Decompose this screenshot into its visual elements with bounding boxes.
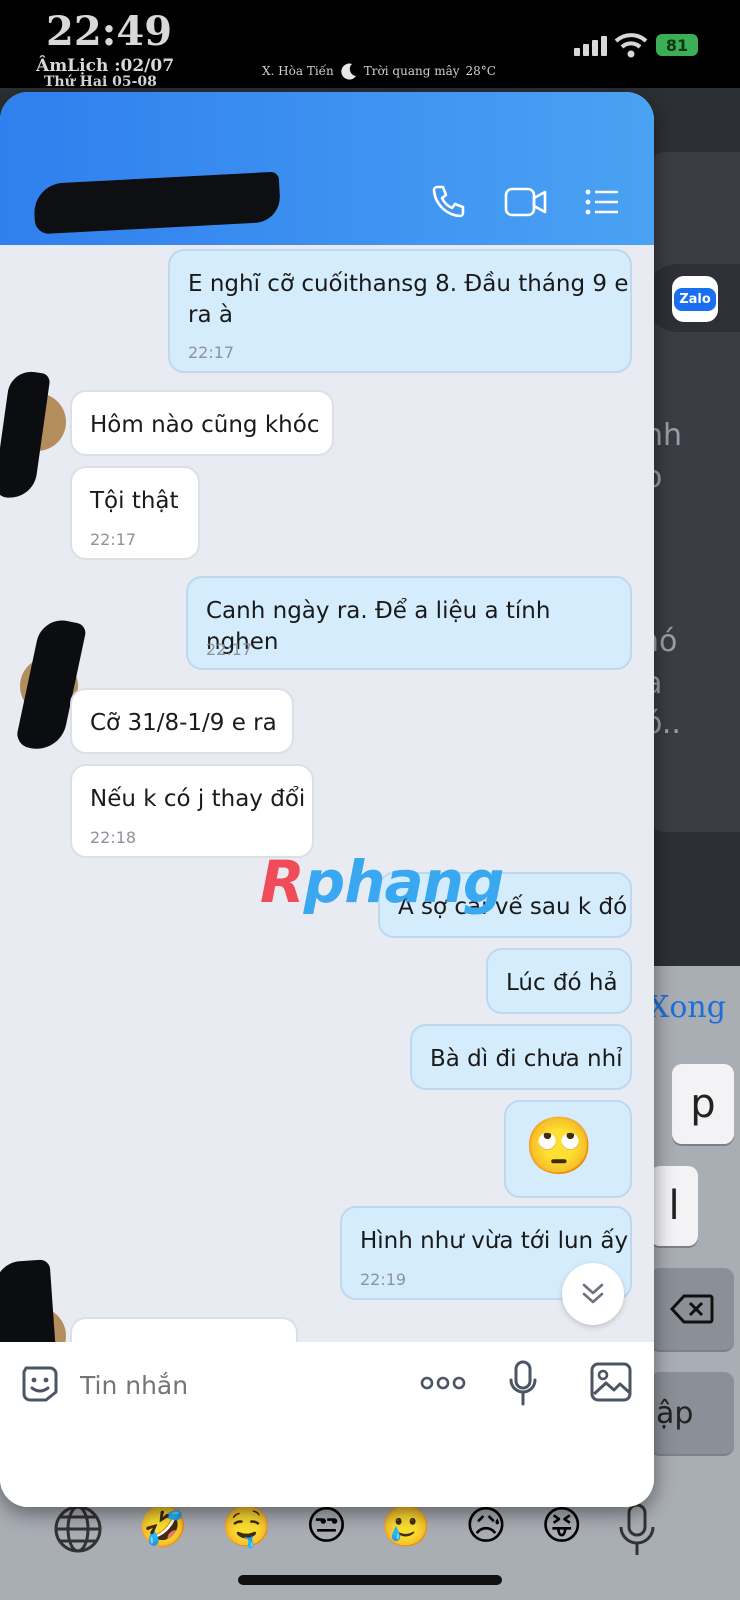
watermark: Rphang xyxy=(260,848,504,916)
emoji-suggestions: 🤣 🤤 😒 🥲 😥 😝 xyxy=(52,1503,657,1567)
emoji-suggestion[interactable]: 🤤 xyxy=(222,1503,272,1567)
message-input-bar xyxy=(0,1342,654,1507)
message-time: 22:17 xyxy=(206,640,253,659)
message-time: 22:19 xyxy=(360,1270,407,1289)
lunar-date: ÂmLịch :02/07 xyxy=(36,56,175,76)
message-bubble-incoming[interactable]: Cỡ 31/8-1/9 e ra xyxy=(70,688,294,754)
chat-window: A E nghĩ cỡ cuốithansg 8. Đầu tháng 9 e … xyxy=(0,92,654,1507)
emoji-suggestion[interactable]: 😒 xyxy=(306,1503,348,1567)
more-options-icon[interactable] xyxy=(420,1376,466,1390)
message-bubble-outgoing[interactable]: 🙄 xyxy=(504,1100,632,1198)
phone-call-icon[interactable] xyxy=(430,184,466,220)
temperature-label: 28°C xyxy=(465,64,496,78)
keyboard-mic-icon[interactable] xyxy=(617,1503,657,1567)
globe-icon[interactable] xyxy=(52,1503,104,1567)
message-bubble-outgoing[interactable]: E nghĩ cỡ cuốithansg 8. Đầu tháng 9 e ra… xyxy=(168,249,632,373)
image-gallery-icon[interactable] xyxy=(590,1362,632,1402)
wifi-icon xyxy=(614,33,648,58)
keyboard-done-button[interactable]: Xong xyxy=(648,990,726,1025)
sticker-icon[interactable] xyxy=(20,1364,60,1404)
key-p[interactable]: p xyxy=(672,1064,734,1144)
message-input[interactable] xyxy=(78,1364,382,1406)
status-bar: 22:49 ÂmLịch :02/07 Thứ Hai 05-08 X. Hòa… xyxy=(0,0,740,90)
message-text: Canh ngày ra. Để a liệu a tính nghen xyxy=(206,598,551,655)
message-text: Nếu k có j thay đổi xyxy=(90,786,306,812)
message-text: Hôm nào cũng khóc xyxy=(90,412,320,438)
message-bubble-outgoing[interactable]: Bà dì đi chưa nhỉ xyxy=(410,1024,632,1090)
message-bubble-incoming[interactable]: Nếu k có j thay đổi 22:18 xyxy=(70,764,314,858)
message-time: 22:18 xyxy=(90,828,137,847)
emoji-suggestion[interactable]: 🥲 xyxy=(381,1503,431,1567)
return-key[interactable]: ập xyxy=(650,1372,734,1454)
moon-icon xyxy=(341,63,356,80)
battery-level: 81 xyxy=(665,35,689,55)
microphone-icon[interactable] xyxy=(508,1360,538,1406)
message-emoji: 🙄 xyxy=(524,1114,594,1179)
battery-indicator: 81 xyxy=(656,34,698,56)
zalo-logo[interactable]: Zalo xyxy=(672,276,718,322)
weekday-date: Thứ Hai 05-08 xyxy=(44,74,157,90)
message-text: Hình như vừa tới lun ấy xyxy=(360,1228,629,1254)
menu-list-icon[interactable] xyxy=(584,184,620,220)
message-text: Cỡ 31/8-1/9 e ra xyxy=(90,710,277,736)
clock-time: 22:49 xyxy=(46,8,173,55)
message-list[interactable]: E nghĩ cỡ cuốithansg 8. Đầu tháng 9 e ra… xyxy=(0,245,654,1465)
backspace-key[interactable] xyxy=(650,1268,734,1350)
message-bubble-incoming[interactable]: Tội thật 22:17 xyxy=(70,466,200,560)
message-text: Tội thật xyxy=(90,488,179,514)
home-indicator xyxy=(238,1575,502,1585)
message-text: Bà dì đi chưa nhỉ xyxy=(430,1046,623,1072)
emoji-suggestion[interactable]: 😥 xyxy=(465,1503,507,1567)
message-bubble-incoming[interactable]: Hôm nào cũng khóc xyxy=(70,390,334,456)
avatar[interactable] xyxy=(0,368,66,502)
emoji-suggestion[interactable]: 🤣 xyxy=(138,1503,188,1567)
message-time: 22:17 xyxy=(90,530,137,549)
emoji-suggestion[interactable]: 😝 xyxy=(541,1503,583,1567)
backspace-icon xyxy=(670,1294,714,1324)
message-text: Lúc đó hả xyxy=(506,970,618,996)
signal-icon xyxy=(574,36,607,56)
double-chevron-down-icon xyxy=(582,1283,604,1304)
chat-header: A xyxy=(0,92,654,245)
weather-label: Trời quang mây xyxy=(363,64,460,78)
message-time: 22:17 xyxy=(188,343,235,362)
scroll-to-bottom-button[interactable] xyxy=(562,1263,624,1325)
location-label: X. Hòa Tiến xyxy=(262,64,334,78)
message-bubble-outgoing[interactable]: Canh ngày ra. Để a liệu a tính nghen 22:… xyxy=(186,576,632,670)
weather-widget: X. Hòa Tiến Trời quang mây 28°C xyxy=(262,62,496,80)
video-call-icon[interactable] xyxy=(504,184,548,220)
key-l[interactable]: l xyxy=(650,1166,698,1246)
message-bubble-outgoing[interactable]: Lúc đó hả xyxy=(486,948,632,1014)
redacted-contact-name xyxy=(32,171,282,235)
message-text: E nghĩ cỡ cuốithansg 8. Đầu tháng 9 e ra… xyxy=(188,271,629,328)
